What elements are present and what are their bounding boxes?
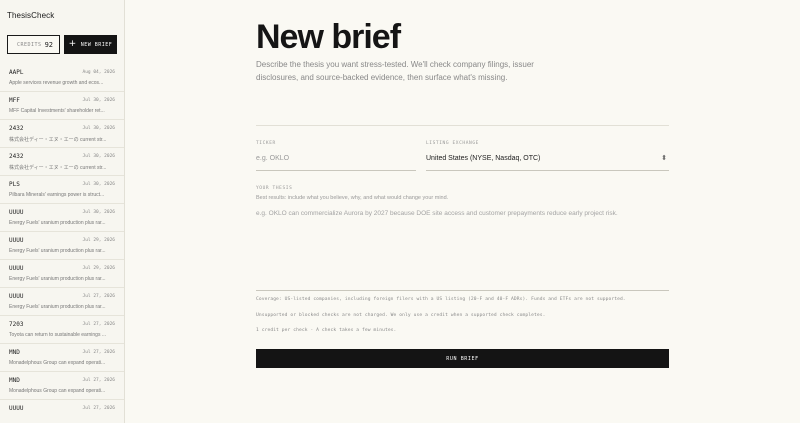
brief-list-item[interactable]: MND Jul 27, 2026 Monadelphous Group can … — [0, 344, 124, 372]
credits-value: 92 — [44, 40, 54, 49]
brief-date: Aug 04, 2026 — [82, 70, 115, 75]
brief-summary: Toyota can return to sustainable earning… — [9, 332, 107, 338]
run-brief-button[interactable]: RUN BRIEF — [256, 349, 669, 368]
brief-summary: MFF Capital Investments' shareholder ret… — [9, 108, 105, 114]
brief-list-item[interactable]: UUUU Jul 27, 2026 Energy Fuels' uranium … — [0, 288, 124, 316]
run-brief-label: RUN BRIEF — [446, 355, 479, 362]
brief-date: Jul 30, 2026 — [82, 98, 115, 103]
brief-summary: Apple services revenue growth and ecos..… — [9, 80, 104, 86]
time-note: 1 credit per check · A check takes a few… — [256, 328, 397, 333]
brief-date: Jul 27, 2026 — [82, 378, 115, 383]
brief-date: Jul 30, 2026 — [82, 210, 115, 215]
brief-date: Jul 27, 2026 — [82, 294, 115, 299]
brief-summary: Monadelphous Group can expand operati... — [9, 388, 106, 394]
thesis-label: YOUR THESIS — [256, 186, 293, 191]
brief-list-item[interactable]: UUUU Jul 30, 2026 Energy Fuels' uranium … — [0, 204, 124, 232]
credits-counter[interactable]: CREDITS 92 — [7, 35, 60, 54]
brand-logo[interactable]: ThesisCheck — [7, 11, 54, 20]
brief-list-item[interactable]: 2432 Jul 30, 2026 株式会社ディー・エヌ・エーの current… — [0, 148, 124, 176]
brief-summary: 株式会社ディー・エヌ・エーの current str... — [9, 165, 107, 171]
thesis-hint: Best results: include what you believe, … — [256, 195, 449, 201]
thesis-textarea[interactable]: e.g. OKLO can commercialize Aurora by 20… — [256, 210, 669, 291]
brief-list-item[interactable]: MND Jul 27, 2026 Monadelphous Group can … — [0, 372, 124, 400]
brief-date: Jul 27, 2026 — [82, 406, 115, 411]
select-chevron-icon: ⬍ — [661, 155, 667, 162]
brief-date: Jul 29, 2026 — [82, 238, 115, 243]
page-title: New brief — [256, 18, 401, 56]
brief-summary: Pilbara Minerals' earnings power is stru… — [9, 192, 105, 198]
brief-date: Jul 30, 2026 — [82, 182, 115, 187]
brief-history-list: AAPL Aug 04, 2026 Apple services revenue… — [0, 64, 124, 423]
new-brief-button[interactable]: + NEW BRIEF — [64, 35, 117, 54]
brief-summary: Energy Fuels' uranium production plus ra… — [9, 304, 106, 310]
ticker-label: TICKER — [256, 141, 276, 146]
plus-icon: + — [68, 39, 77, 49]
brief-date: Jul 27, 2026 — [82, 350, 115, 355]
brief-summary: Energy Fuels' uranium production plus ra… — [9, 220, 106, 226]
exchange-value: United States (NYSE, Nasdaq, OTC) — [426, 155, 541, 162]
credit-note: Unsupported or blocked checks are not ch… — [256, 313, 546, 318]
coverage-note: Coverage: US-listed companies, including… — [256, 297, 626, 302]
brief-list-item[interactable]: UUUU Jul 29, 2026 Energy Fuels' uranium … — [0, 232, 124, 260]
brief-list-item[interactable]: UUUU Jul 27, 2026 — [0, 400, 124, 423]
ticker-placeholder: e.g. OKLO — [256, 155, 290, 162]
brief-list-item[interactable]: MFF Jul 30, 2026 MFF Capital Investments… — [0, 92, 124, 120]
brief-date: Jul 27, 2026 — [82, 322, 115, 327]
credits-label: CREDITS — [17, 41, 42, 48]
brief-date: Jul 29, 2026 — [82, 266, 115, 271]
brief-list-item[interactable]: 2432 Jul 30, 2026 株式会社ディー・エヌ・エーの current… — [0, 120, 124, 148]
exchange-label: LISTING EXCHANGE — [426, 141, 479, 146]
new-brief-label: NEW BRIEF — [80, 41, 113, 48]
ticker-input[interactable]: e.g. OKLO — [256, 155, 416, 171]
brief-summary: Energy Fuels' uranium production plus ra… — [9, 248, 106, 254]
exchange-select[interactable]: United States (NYSE, Nasdaq, OTC) ⬍ — [426, 155, 669, 171]
sidebar: ThesisCheck CREDITS 92 + NEW BRIEF AAPL … — [0, 0, 125, 423]
brief-list-item[interactable]: AAPL Aug 04, 2026 Apple services revenue… — [0, 64, 124, 92]
brief-summary: Energy Fuels' uranium production plus ra… — [9, 276, 106, 282]
brief-summary: 株式会社ディー・エヌ・エーの current str... — [9, 137, 107, 143]
brief-date: Jul 30, 2026 — [82, 126, 115, 131]
divider — [256, 125, 669, 126]
thesis-placeholder: e.g. OKLO can commercialize Aurora by 20… — [256, 210, 618, 217]
brief-date: Jul 30, 2026 — [82, 154, 115, 159]
brief-summary: Monadelphous Group can expand operati... — [9, 360, 106, 366]
page-description: Describe the thesis you want stress-test… — [256, 60, 534, 82]
brief-list-item[interactable]: 7203 Jul 27, 2026 Toyota can return to s… — [0, 316, 124, 344]
brief-list-item[interactable]: PLS Jul 30, 2026 Pilbara Minerals' earni… — [0, 176, 124, 204]
brief-list-item[interactable]: UUUU Jul 29, 2026 Energy Fuels' uranium … — [0, 260, 124, 288]
